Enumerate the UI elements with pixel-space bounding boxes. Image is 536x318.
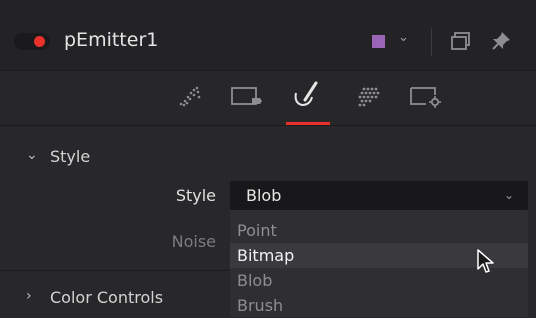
noise-label: Noise <box>171 232 216 251</box>
style-select[interactable]: Blob ⌄ <box>230 181 528 210</box>
section-divider <box>0 270 230 271</box>
tab-settings[interactable] <box>408 81 444 111</box>
tab-sets[interactable] <box>352 81 388 111</box>
node-color-swatch[interactable] <box>372 35 385 48</box>
chevron-down-icon[interactable]: ⌄ <box>26 147 38 163</box>
chevron-right-icon[interactable]: › <box>26 288 32 304</box>
sets-icon <box>358 87 380 107</box>
style-label: Style <box>175 186 216 205</box>
node-header: pEmitter1 ⌄ <box>0 0 536 70</box>
inspector-tabs <box>0 70 536 126</box>
pin-icon[interactable] <box>490 30 512 52</box>
particles-icon <box>179 86 201 107</box>
color-chevron-down-icon[interactable]: ⌄ <box>398 30 409 45</box>
active-tab-indicator <box>286 122 330 125</box>
tab-style[interactable] <box>288 81 324 111</box>
option-brush[interactable]: Brush <box>230 293 528 318</box>
mouse-cursor-icon <box>477 249 494 273</box>
tab-controls[interactable] <box>172 81 208 111</box>
brush-icon <box>294 81 318 107</box>
chevron-down-icon: ⌄ <box>503 188 514 202</box>
node-name: pEmitter1 <box>64 29 159 51</box>
tab-region[interactable] <box>229 81 265 111</box>
header-divider <box>431 28 432 56</box>
option-point[interactable]: Point <box>230 218 528 243</box>
color-controls-section-header[interactable]: Color Controls <box>50 288 163 307</box>
style-section-header[interactable]: Style <box>50 147 90 166</box>
style-select-value: Blob <box>246 186 282 205</box>
settings-icon <box>410 87 441 108</box>
versions-icon[interactable] <box>450 30 472 52</box>
region-icon <box>231 87 262 105</box>
node-enable-toggle[interactable] <box>14 33 50 50</box>
toggle-indicator <box>34 36 45 47</box>
